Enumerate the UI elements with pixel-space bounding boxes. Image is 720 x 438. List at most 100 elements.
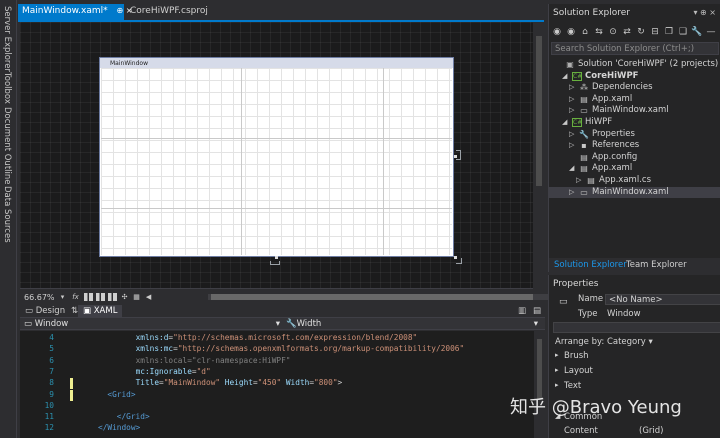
file-icon: ▤ (580, 164, 588, 174)
tree-item[interactable]: ▣ Solution 'CoreHiWPF' (2 projects) (549, 59, 720, 71)
server-explorer-tab[interactable]: Server Explorer (2, 6, 12, 72)
tab-xaml[interactable]: ▣ XAML (78, 305, 123, 317)
copy-icon[interactable]: ❐ (663, 26, 675, 38)
width-adorner (456, 150, 461, 160)
name-field[interactable]: <No Name> (605, 294, 720, 305)
xaml-icon: ▣ (83, 306, 94, 316)
collapsed-arrow-icon[interactable]: ▷ (569, 106, 574, 114)
chevron-down-icon: ▾ (275, 319, 280, 329)
panel-title-icons[interactable]: ▾ ⊕ × (693, 8, 716, 17)
resize-handle-bottom[interactable] (275, 256, 278, 259)
refresh-icon[interactable]: ↻ (635, 26, 647, 38)
tree-item[interactable]: ◢ C# HiWPF (549, 117, 720, 129)
expanded-arrow-icon[interactable]: ◢ (562, 118, 567, 126)
code-text: </Window> (98, 423, 141, 433)
expanded-arrow-icon[interactable]: ◢ (569, 164, 574, 172)
expanded-arrow-icon[interactable]: ◢ (562, 72, 567, 80)
member-selector[interactable]: 🔧Width ▾ (286, 319, 540, 330)
property-content-row: Content (Grid) (549, 426, 720, 438)
code-line[interactable]: 6 xmlns:local="clr-namespace:HiWPF" (20, 356, 535, 367)
code-line[interactable]: 8 Title="MainWindow" Height="450" Width=… (20, 378, 535, 390)
toggle-artboard-icon[interactable] (107, 293, 117, 301)
tree-item[interactable]: ◢ C# CoreHiWPF (549, 71, 720, 83)
tree-item[interactable]: ◢ ▤ App.xaml (549, 163, 720, 175)
collapsed-arrow-icon[interactable]: ▷ (569, 95, 574, 103)
collapsed-arrow-icon[interactable]: ▷ (576, 176, 581, 184)
data-sources-tab[interactable]: Data Sources (2, 186, 12, 243)
tree-item[interactable]: ▷ ▭ MainWindow.xaml (549, 105, 720, 117)
tree-item-label: MainWindow.xaml (592, 105, 669, 116)
project-code-icon[interactable]: ▦ (132, 293, 142, 302)
code-line[interactable]: 12 </Window> (20, 423, 535, 434)
scroll-thumb[interactable] (211, 294, 533, 300)
window-icon: ▭ (24, 319, 35, 329)
category-text[interactable]: ▸ Text (549, 381, 720, 393)
tree-item-label: HiWPF (585, 117, 613, 127)
snap-gridlines-icon[interactable] (95, 293, 105, 301)
tree-item[interactable]: ▷ ▪ References (549, 140, 720, 152)
tab-solution-explorer[interactable]: Solution Explorer (551, 259, 630, 271)
properties-search[interactable] (553, 322, 720, 333)
code-line[interactable]: 9 <Grid> (20, 389, 535, 401)
home-icon[interactable]: ⌂ (579, 26, 591, 38)
fx-icon[interactable]: fx (70, 293, 82, 302)
grid-content[interactable] (101, 68, 452, 255)
chevron-down-icon[interactable]: ▾ (58, 293, 68, 302)
wrench-icon[interactable]: 🔧 (691, 26, 703, 38)
collapsed-arrow-icon[interactable]: ▷ (569, 141, 574, 149)
code-line[interactable]: 11 </Grid> (20, 412, 535, 423)
tab-corehiwpf-csproj[interactable]: CoreHiWPF.csproj (126, 4, 212, 20)
xaml-code-editor[interactable]: 4 xmlns:d="http://schemas.microsoft.com/… (20, 331, 545, 438)
scroll-thumb[interactable] (537, 339, 542, 399)
split-horizontal-icon[interactable]: ▤ (528, 305, 546, 317)
code-line[interactable]: 4 xmlns:d="http://schemas.microsoft.com/… (20, 333, 535, 344)
scroll-thumb[interactable] (536, 36, 542, 186)
tree-item[interactable]: ▷ ▤ App.xaml.cs (549, 175, 720, 187)
collapsed-arrow-icon[interactable]: ▷ (569, 83, 574, 91)
code-line[interactable]: 5 xmlns:mc="http://schemas.openxmlformat… (20, 344, 535, 355)
collapsed-arrow-icon[interactable]: ▷ (569, 130, 574, 138)
designer-horizontal-scrollbar[interactable] (208, 294, 548, 300)
show-all-files-icon[interactable]: ❑ (677, 26, 689, 38)
xaml-designer-surface[interactable]: MainWindow (20, 22, 533, 289)
tree-item[interactable]: ▷ ⁂ Dependencies (549, 82, 720, 94)
element-navigation-bar: ▭ Window ▾ 🔧Width ▾ (20, 317, 545, 330)
tree-item[interactable]: ▤ App.config (549, 152, 720, 164)
collapsed-arrow-icon[interactable]: ▷ (569, 188, 574, 196)
tree-item[interactable]: ▷ ▤ App.xaml (549, 94, 720, 106)
category-layout[interactable]: ▸ Layout (549, 366, 720, 378)
tree-item[interactable]: ▷ ▭ MainWindow.xaml (549, 186, 720, 199)
solution-explorer-search[interactable]: Search Solution Explorer (Ctrl+;) (551, 42, 719, 55)
toolbox-tab[interactable]: Toolbox (2, 72, 12, 104)
code-line[interactable]: 10 (20, 401, 535, 412)
dash-icon[interactable]: — (705, 26, 717, 38)
code-line[interactable]: 7 mc:Ignorable="d" (20, 367, 535, 378)
arrange-by-dropdown[interactable]: Arrange by: Category ▾ (555, 337, 720, 349)
pending-changes-icon[interactable]: ⊙ (607, 26, 619, 38)
back-icon[interactable]: ◉ (551, 26, 563, 38)
element-selector[interactable]: ▭ Window ▾ (24, 319, 282, 330)
grid-row-line (101, 208, 452, 209)
category-brush[interactable]: ▸ Brush (549, 351, 720, 363)
code-text: Title="MainWindow" Height="450" Width="8… (135, 378, 343, 388)
forward-icon[interactable]: ◉ (565, 26, 577, 38)
tab-design[interactable]: ▭ Design (20, 305, 70, 317)
designer-vertical-scrollbar[interactable] (533, 22, 545, 297)
scroll-left-icon[interactable]: ◀ (144, 293, 154, 302)
pin-icon[interactable]: ⊕ (117, 6, 124, 15)
collapse-all-icon[interactable]: ⊟ (649, 26, 661, 38)
tab-mainwindow-xaml[interactable]: MainWindow.xaml* ⊕ × (18, 4, 132, 20)
snap-snaplines-icon[interactable]: ✣ (120, 293, 130, 302)
editor-vertical-scrollbar[interactable] (534, 331, 545, 438)
sync-icon[interactable]: ⇄ (621, 26, 633, 38)
show-grid-icon[interactable] (83, 293, 93, 301)
line-number: 12 (44, 423, 54, 433)
type-value: Window (607, 309, 641, 319)
tab-team-explorer[interactable]: Team Explorer (623, 259, 690, 271)
mainwindow-preview[interactable]: MainWindow (99, 57, 454, 257)
tree-item[interactable]: ▷ 🔧 Properties (549, 129, 720, 141)
switch-views-icon[interactable]: ⇆ (593, 26, 605, 38)
document-outline-tab[interactable]: Document Outline (2, 107, 12, 185)
zoom-level[interactable]: 66.67% (24, 293, 55, 302)
file-icon: ⁂ (580, 83, 588, 93)
